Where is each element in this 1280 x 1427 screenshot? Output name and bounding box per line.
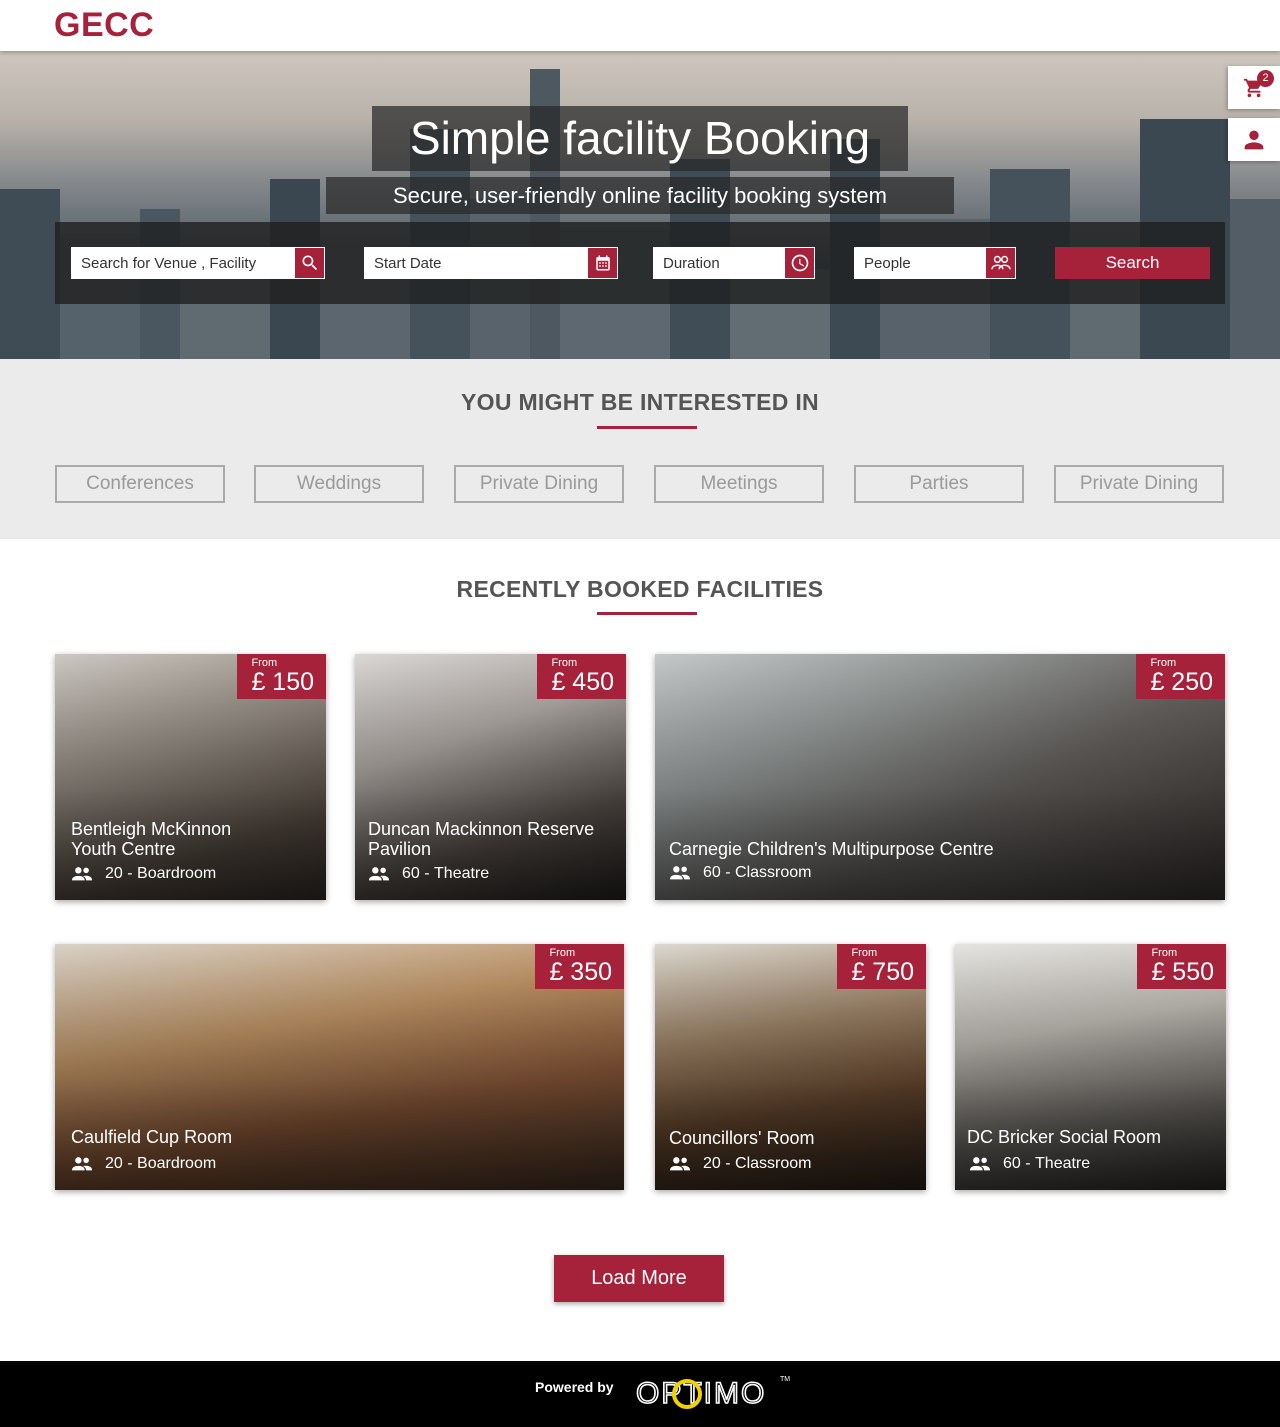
- facility-card[interactable]: From £ 750 Councillors' Room 20 - Classr…: [655, 944, 926, 1190]
- interest-title-underline: [597, 426, 697, 429]
- facility-card[interactable]: From £ 150 Bentleigh McKinnon Youth Cent…: [55, 654, 326, 900]
- people-field: [854, 247, 1016, 279]
- category-button-conferences[interactable]: Conferences: [55, 465, 225, 503]
- clock-icon: [791, 254, 808, 272]
- hero-title-box: Simple facility Booking: [372, 106, 908, 171]
- calendar-icon-button[interactable]: [587, 247, 618, 279]
- people-icon: [669, 1157, 691, 1171]
- start-date-input[interactable]: [364, 247, 618, 279]
- meta-separator: -: [720, 1155, 736, 1172]
- layout-type: Classroom: [735, 1155, 812, 1172]
- price-value: £ 150: [251, 668, 314, 696]
- category-button-meetings[interactable]: Meetings: [654, 465, 824, 503]
- facility-capacity: 60 - Theatre: [368, 865, 489, 883]
- facility-card[interactable]: From £ 550 DC Bricker Social Room 60 - T…: [955, 944, 1226, 1190]
- recent-title: RECENTLY BOOKED FACILITIES: [456, 576, 824, 602]
- facility-name: Caulfield Cup Room: [71, 1127, 233, 1147]
- facility-name: DC Bricker Social Room: [967, 1127, 1162, 1147]
- people-icon: [71, 1157, 93, 1171]
- cart-count-badge: 2: [1257, 70, 1274, 87]
- category-button-parties[interactable]: Parties: [854, 465, 1024, 503]
- duration-field: [653, 247, 815, 279]
- price-value: £ 750: [851, 958, 914, 986]
- facility-card[interactable]: From £ 350 Caulfield Cup Room 20 - Board…: [55, 944, 624, 1190]
- hero-banner: Simple facility Booking Secure, user-fri…: [0, 51, 1280, 359]
- search-panel: Search: [55, 222, 1225, 304]
- calendar-icon: [595, 255, 610, 271]
- top-bar: GECC: [0, 0, 1280, 51]
- hero-title: Simple facility Booking: [409, 112, 871, 164]
- hero-subtitle-box: Secure, user-friendly online facility bo…: [326, 177, 954, 214]
- price-tag: From £ 450: [537, 654, 626, 699]
- facility-card[interactable]: From £ 250 Carnegie Children's Multipurp…: [655, 654, 1225, 900]
- people-icon: [969, 1157, 991, 1171]
- price-tag: From £ 350: [535, 944, 624, 989]
- price-tag: From £ 550: [1137, 944, 1226, 989]
- footer: Powered by OPTIMO TM: [0, 1361, 1280, 1427]
- clock-icon-button[interactable]: [784, 247, 815, 279]
- price-tag: From £ 750: [837, 944, 926, 989]
- facility-card[interactable]: From £ 450 Duncan Mackinnon Reserve Pavi…: [355, 654, 626, 900]
- interest-title: YOU MIGHT BE INTERESTED IN: [461, 389, 819, 415]
- people-icon: [990, 255, 1011, 270]
- price-value: £ 350: [549, 958, 612, 986]
- facility-capacity: 20 - Boardroom: [71, 865, 216, 883]
- category-button-private-dining-2[interactable]: Private Dining: [1054, 465, 1224, 503]
- layout-type: Classroom: [735, 864, 812, 881]
- trademark-text: TM: [780, 1376, 790, 1383]
- facility-name: Duncan Mackinnon Reserve Pavilion: [368, 819, 595, 859]
- meta-separator: -: [122, 1155, 138, 1172]
- meta-separator: -: [1020, 1155, 1036, 1172]
- facility-capacity: 60 - Theatre: [969, 1155, 1090, 1173]
- interest-section: YOU MIGHT BE INTERESTED IN Conferences W…: [0, 359, 1280, 539]
- start-date-field: [364, 247, 618, 279]
- facility-name: Bentleigh McKinnon Youth Centre: [71, 819, 232, 859]
- facility-capacity: 20 - Boardroom: [71, 1155, 216, 1173]
- capacity-number: 20: [105, 865, 123, 882]
- price-value: £ 250: [1150, 668, 1213, 696]
- facility-capacity: 60 - Classroom: [669, 864, 811, 882]
- facility-capacity: 20 - Classroom: [669, 1155, 811, 1173]
- meta-separator: -: [419, 865, 435, 882]
- optimo-logo[interactable]: OPTIMO TM: [634, 1369, 790, 1419]
- search-icon-button[interactable]: [294, 247, 325, 279]
- category-button-private-dining[interactable]: Private Dining: [454, 465, 624, 503]
- category-button-weddings[interactable]: Weddings: [254, 465, 424, 503]
- layout-type: Theatre: [434, 865, 490, 882]
- cart-button[interactable]: 2: [1228, 66, 1280, 109]
- layout-type: Boardroom: [137, 1155, 217, 1172]
- search-button[interactable]: Search: [1055, 247, 1210, 279]
- venue-search-field: [71, 247, 325, 279]
- price-tag: From £ 150: [237, 654, 326, 699]
- meta-separator: -: [720, 864, 736, 881]
- people-icon: [368, 867, 390, 881]
- load-more-button[interactable]: Load More: [554, 1255, 724, 1302]
- facility-name: Councillors' Room: [669, 1128, 815, 1148]
- layout-type: Boardroom: [137, 865, 217, 882]
- user-button[interactable]: [1228, 118, 1280, 161]
- facility-name: Carnegie Children's Multipurpose Centre: [669, 839, 994, 859]
- capacity-number: 20: [105, 1155, 123, 1172]
- price-value: £ 450: [551, 668, 614, 696]
- capacity-number: 60: [402, 865, 420, 882]
- layout-type: Theatre: [1035, 1155, 1091, 1172]
- hero-subtitle: Secure, user-friendly online facility bo…: [392, 183, 887, 208]
- powered-by-label: Powered by: [535, 1379, 614, 1395]
- logo[interactable]: GECC: [54, 6, 154, 45]
- people-icon: [669, 866, 691, 880]
- venue-search-input[interactable]: [71, 247, 325, 279]
- user-icon: [1244, 130, 1264, 149]
- capacity-number: 20: [703, 1155, 721, 1172]
- price-value: £ 550: [1151, 958, 1214, 986]
- people-icon-button[interactable]: [985, 247, 1016, 279]
- capacity-number: 60: [703, 864, 721, 881]
- capacity-number: 60: [1003, 1155, 1021, 1172]
- meta-separator: -: [122, 865, 138, 882]
- price-tag: From £ 250: [1136, 654, 1225, 699]
- people-icon: [71, 867, 93, 881]
- search-icon: [302, 255, 317, 271]
- recent-title-underline: [597, 612, 697, 615]
